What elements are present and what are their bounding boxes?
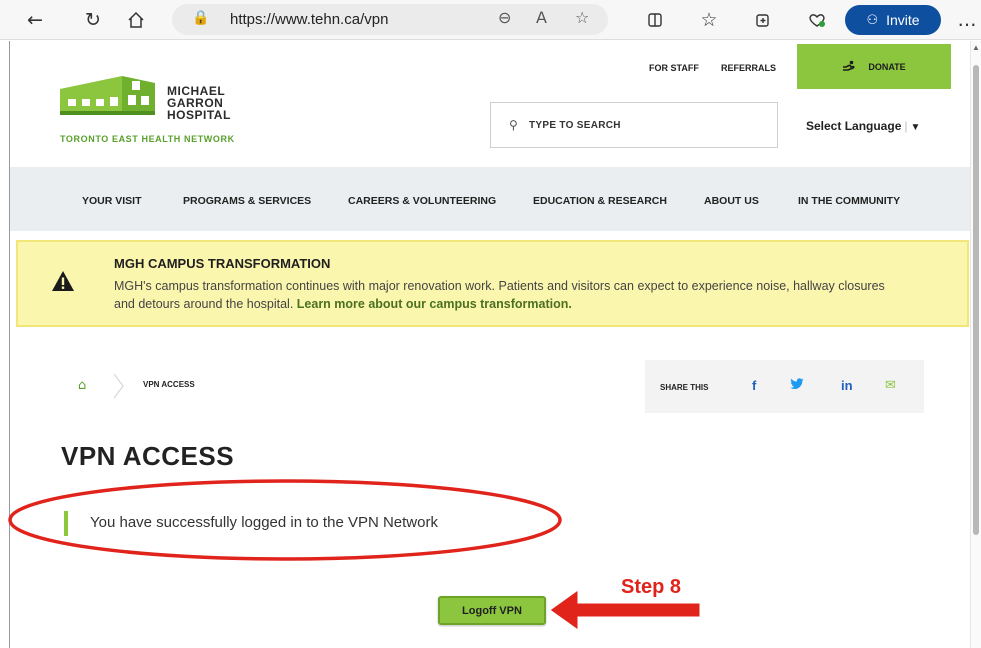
breadcrumb-current: VPN ACCESS xyxy=(143,380,195,389)
nav-item-about-us[interactable]: ABOUT US xyxy=(704,195,759,207)
back-arrow-icon[interactable]: ← xyxy=(21,6,49,34)
referrals-link[interactable]: REFERRALS xyxy=(721,63,776,73)
window-edge xyxy=(9,41,10,648)
warning-icon xyxy=(52,271,74,291)
address-bar[interactable]: 🔒 https://www.tehn.ca/vpn ⊖ A ☆ xyxy=(172,4,608,35)
logo-line-3: HOSPITAL xyxy=(167,108,231,122)
page-title: VPN ACCESS xyxy=(61,441,235,471)
campus-transformation-link[interactable]: Learn more about our campus transformati… xyxy=(297,297,572,311)
nav-item-programs-services[interactable]: PROGRAMS & SERVICES xyxy=(183,195,311,207)
split-screen-icon[interactable] xyxy=(641,6,669,34)
email-icon[interactable]: ✉ xyxy=(885,378,896,393)
logoff-vpn-button[interactable]: Logoff VPN xyxy=(438,596,546,625)
nav-item-your-visit[interactable]: YOUR VISIT xyxy=(82,195,142,207)
people-add-icon: ⚇ xyxy=(866,12,879,28)
url-text[interactable]: https://www.tehn.ca/vpn xyxy=(230,11,388,28)
scroll-up-icon[interactable]: ▲ xyxy=(972,43,980,52)
browser-toolbar: ← ↻ 🔒 https://www.tehn.ca/vpn ⊖ A ☆ ☆ ⚇ … xyxy=(0,0,981,40)
site-search-input[interactable]: ⚲ TYPE TO SEARCH xyxy=(490,102,778,148)
scrollbar-thumb[interactable] xyxy=(973,65,979,535)
for-staff-link[interactable]: FOR STAFF xyxy=(649,63,699,73)
lock-icon: 🔒 xyxy=(192,10,210,26)
search-icon: ⚲ xyxy=(509,118,518,132)
language-select[interactable]: Select Language | ▼ xyxy=(806,119,920,133)
collections-icon[interactable] xyxy=(749,6,777,34)
vpn-success-message: You have successfully logged in to the V… xyxy=(90,514,438,531)
campus-alert-banner: MGH CAMPUS TRANSFORMATION MGH's campus t… xyxy=(16,240,969,327)
more-menu-icon[interactable]: … xyxy=(953,6,981,34)
nav-item-in-the-community[interactable]: IN THE COMMUNITY xyxy=(798,195,900,207)
read-aloud-icon[interactable]: A xyxy=(536,8,547,27)
dropdown-arrow-icon: ▼ xyxy=(910,122,921,133)
main-nav: YOUR VISIT PROGRAMS & SERVICES CAREERS &… xyxy=(10,167,973,231)
invite-button[interactable]: ⚇ Invite xyxy=(845,5,941,35)
zoom-icon[interactable]: ⊖ xyxy=(498,8,511,27)
donate-button[interactable]: DONATE xyxy=(797,44,951,89)
breadcrumb-home-icon[interactable]: ⌂ xyxy=(78,378,86,393)
share-label: SHARE THIS xyxy=(660,383,709,392)
share-bar: SHARE THIS f in ✉ xyxy=(645,360,924,413)
nav-item-careers-volunteering[interactable]: CAREERS & VOLUNTEERING xyxy=(348,195,496,207)
refresh-icon[interactable]: ↻ xyxy=(79,6,107,34)
twitter-icon[interactable] xyxy=(790,378,804,393)
browser-essentials-icon[interactable] xyxy=(803,6,831,34)
nav-item-education-research[interactable]: EDUCATION & RESEARCH xyxy=(533,195,667,207)
donate-hand-icon xyxy=(842,60,858,74)
step-label: Step 8 xyxy=(621,576,682,598)
message-accent-bar xyxy=(64,511,68,536)
home-icon[interactable] xyxy=(122,6,150,34)
facebook-icon[interactable]: f xyxy=(752,378,756,393)
logo-subtitle: TORONTO EAST HEALTH NETWORK xyxy=(60,134,235,144)
breadcrumb-separator xyxy=(113,373,124,399)
vertical-scrollbar[interactable]: ▲ xyxy=(970,41,981,648)
favorite-star-icon[interactable]: ☆ xyxy=(575,8,589,27)
favorites-icon[interactable]: ☆ xyxy=(695,6,723,34)
alert-text: MGH's campus transformation continues wi… xyxy=(114,279,885,311)
linkedin-icon[interactable]: in xyxy=(841,378,853,393)
alert-title: MGH CAMPUS TRANSFORMATION xyxy=(114,256,331,271)
